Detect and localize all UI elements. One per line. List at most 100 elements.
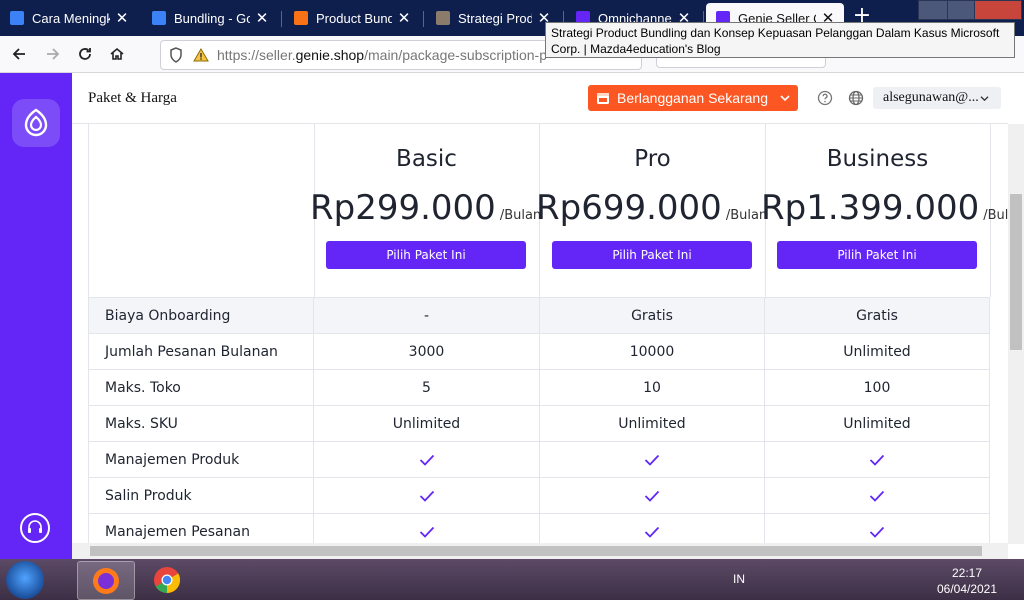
choose-plan-button[interactable]: Pilih Paket Ini: [326, 241, 526, 269]
close-tab-icon[interactable]: ✕: [114, 9, 130, 27]
warning-lock-icon: [193, 48, 209, 62]
genie-logo-icon: [24, 108, 48, 137]
arrow-left-icon: [12, 48, 25, 60]
user-email: alsegunawan@...: [883, 90, 979, 105]
feature-value: [540, 514, 765, 543]
subscribe-now-button[interactable]: Berlangganan Sekarang: [588, 85, 798, 111]
minimize-button[interactable]: [918, 0, 948, 20]
feature-value: Unlimited: [765, 406, 990, 442]
feature-value: Unlimited: [314, 406, 540, 442]
plan-price-amount: Rp699.000: [536, 188, 722, 228]
plan-price: Rp1.399.000/Bulan: [761, 188, 1008, 228]
feature-value: 100: [765, 370, 990, 406]
chevron-down-icon: [780, 95, 790, 102]
plan-price-amount: Rp299.000: [310, 188, 496, 228]
language-indicator[interactable]: IN: [733, 572, 745, 586]
reload-button[interactable]: [71, 40, 99, 68]
plan-price: Rp299.000/Bulan: [310, 188, 541, 228]
feature-value: Unlimited: [765, 334, 990, 370]
customer-support-button[interactable]: [20, 513, 50, 543]
vertical-scrollbar-thumb[interactable]: [1010, 194, 1022, 350]
feature-label: Maks. Toko: [88, 370, 314, 406]
horizontal-scrollbar-thumb[interactable]: [90, 546, 982, 556]
feature-value: [765, 478, 990, 514]
browser-tab[interactable]: Cara Meningkatkan✕: [0, 3, 138, 33]
feature-label: Manajemen Pesanan: [88, 514, 314, 543]
feature-value: [765, 442, 990, 478]
clock[interactable]: 22:17 06/04/2021: [924, 565, 1010, 597]
page-title: Paket & Harga: [88, 90, 177, 106]
feature-value: Gratis: [540, 298, 765, 334]
taskbar-chrome[interactable]: [139, 561, 195, 598]
home-icon: [110, 47, 124, 60]
feature-label: Maks. SKU: [88, 406, 314, 442]
back-button[interactable]: [5, 40, 33, 68]
choose-plan-button[interactable]: Pilih Paket Ini: [777, 241, 977, 269]
feature-value: 10: [540, 370, 765, 406]
choose-plan-button[interactable]: Pilih Paket Ini: [552, 241, 752, 269]
plan-header-pro: Pro Rp699.000/Bulan Pilih Paket Ini: [536, 124, 767, 297]
feature-value: 5: [314, 370, 540, 406]
feature-value: Unlimited: [540, 406, 765, 442]
maximize-button[interactable]: [947, 0, 975, 20]
close-tab-icon[interactable]: ✕: [254, 9, 270, 27]
app-header: Paket & Harga Berlangganan Sekarang alse…: [72, 73, 1008, 124]
plan-header-business: Business Rp1.399.000/Bulan Pilih Paket Ini: [761, 124, 1008, 297]
check-icon: [869, 490, 885, 502]
browser-tab[interactable]: Product Bundlin✕: [284, 3, 420, 33]
firefox-icon: [93, 568, 119, 594]
feature-row: Manajemen Produk: [88, 441, 990, 478]
check-icon: [644, 490, 660, 502]
calendar-icon: [597, 93, 609, 104]
help-icon[interactable]: [817, 90, 833, 106]
feature-value: [765, 514, 990, 543]
home-button[interactable]: [103, 40, 131, 68]
feature-row: Maks. Toko 5 10 100: [88, 369, 990, 406]
arrow-right-icon: [47, 48, 60, 60]
feature-value: [314, 478, 540, 514]
tab-favicon-icon: [294, 11, 308, 25]
shield-icon: [170, 47, 182, 63]
chevron-down-icon: [980, 95, 989, 101]
feature-value: [540, 478, 765, 514]
plan-name: Basic: [396, 146, 457, 172]
tab-separator: [423, 11, 424, 27]
genie-logo[interactable]: [12, 99, 60, 147]
browser-tab[interactable]: Strategi Produc✕: [426, 3, 560, 33]
plan-name: Pro: [634, 146, 671, 172]
forward-button[interactable]: [39, 40, 67, 68]
tab-title: Strategi Produc: [458, 10, 532, 26]
globe-icon[interactable]: [848, 90, 864, 106]
check-icon: [869, 526, 885, 538]
tab-title: Cara Meningkatkan: [32, 10, 110, 26]
plan-price: Rp699.000/Bulan: [536, 188, 767, 228]
start-button[interactable]: [6, 561, 44, 599]
user-menu[interactable]: alsegunawan@...: [873, 87, 1001, 109]
feature-row: Manajemen Pesanan: [88, 513, 990, 543]
feature-value: [540, 442, 765, 478]
system-tray: IN 22:17 06/04/2021: [714, 559, 1024, 600]
vertical-scrollbar[interactable]: [1008, 124, 1024, 544]
feature-row: Biaya Onboarding - Gratis Gratis: [88, 297, 990, 334]
windows-taskbar: IN 22:17 06/04/2021: [0, 559, 1024, 600]
reload-icon: [79, 48, 91, 60]
check-icon: [869, 454, 885, 466]
taskbar-firefox[interactable]: [77, 561, 135, 600]
plan-price-period: /Bulan: [499, 208, 542, 223]
close-window-button[interactable]: [974, 0, 1022, 20]
close-tab-icon[interactable]: ✕: [396, 9, 412, 27]
feature-row: Salin Produk: [88, 477, 990, 514]
horizontal-scrollbar[interactable]: [72, 543, 1008, 559]
feature-value: 10000: [540, 334, 765, 370]
check-icon: [644, 526, 660, 538]
tab-separator: [281, 11, 282, 27]
headset-icon: [28, 520, 42, 533]
feature-value: Gratis: [765, 298, 990, 334]
tab-title: Product Bundlin: [316, 10, 392, 26]
clock-time: 22:17: [951, 566, 983, 580]
feature-label: Biaya Onboarding: [88, 298, 314, 334]
feature-value: [314, 442, 540, 478]
pricing-content: Basic Rp299.000/Bulan Pilih Paket Ini Pro Rp…: [72, 124, 1008, 543]
browser-tab[interactable]: Bundling - Goo✕: [142, 3, 278, 33]
tab-favicon-icon: [152, 11, 166, 25]
